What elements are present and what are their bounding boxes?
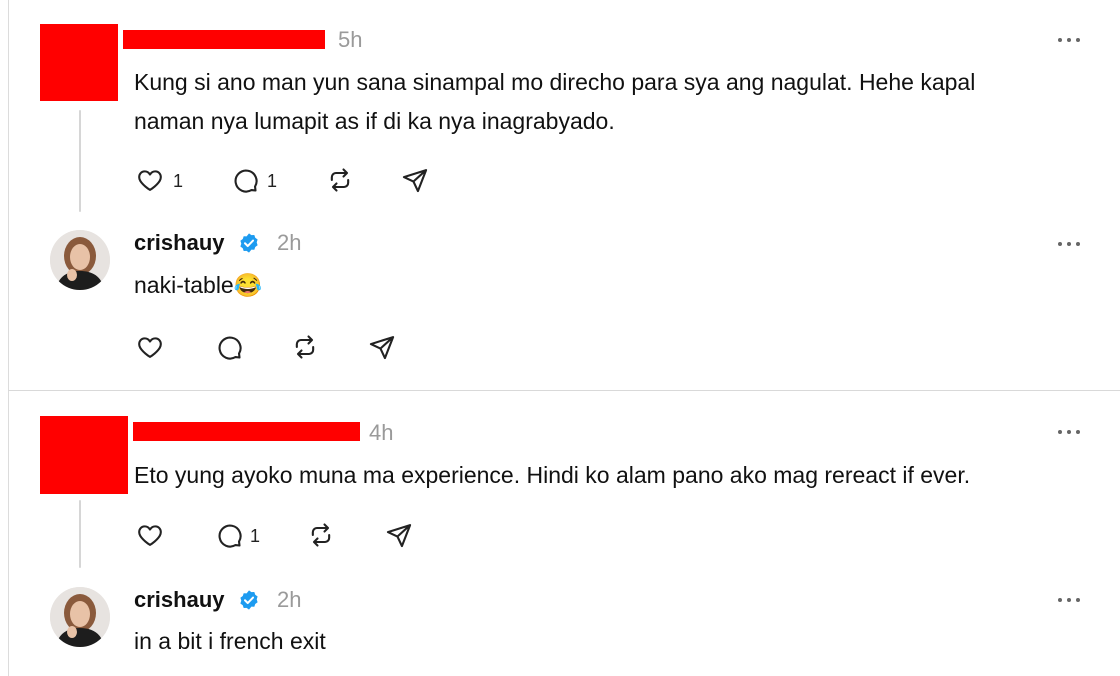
repost-button[interactable] — [305, 519, 337, 551]
reply-button[interactable] — [213, 519, 245, 551]
profile-photo-icon — [50, 230, 110, 290]
share-button[interactable] — [399, 164, 431, 196]
reply-button[interactable] — [213, 331, 245, 363]
post-text-line: Eto yung ayoko muna ma experience. Hindi… — [134, 462, 971, 488]
redacted-avatar — [40, 24, 118, 101]
heart-icon — [138, 525, 162, 546]
reply-timestamp: 2h — [277, 587, 302, 612]
repost-icon — [295, 335, 315, 359]
redacted-username — [123, 30, 325, 49]
send-icon — [386, 524, 412, 548]
more-icon[interactable] — [1057, 428, 1081, 436]
post-timestamp: 4h — [369, 420, 394, 445]
post-text-line: Kung si ano man yun sana sinampal mo dir… — [134, 69, 976, 95]
share-button[interactable] — [366, 331, 398, 363]
thread-line — [79, 110, 81, 212]
like-button[interactable] — [134, 331, 166, 363]
heart-icon — [138, 337, 162, 358]
repost-icon — [311, 523, 331, 547]
comment-icon — [218, 336, 242, 360]
reply-button[interactable] — [229, 164, 261, 196]
send-icon — [369, 336, 395, 360]
like-count: 1 — [173, 171, 184, 191]
post-divider — [8, 390, 1120, 391]
username[interactable]: crishauy — [134, 230, 225, 256]
like-button[interactable] — [134, 519, 166, 551]
redacted-avatar — [40, 416, 128, 494]
thread-line — [79, 500, 81, 568]
repost-button[interactable] — [324, 164, 356, 196]
post-text-line: naman nya lumapit as if di ka nya inagra… — [134, 108, 615, 134]
post-timestamp: 5h — [338, 27, 363, 52]
reply-text: naki-table😂 — [134, 272, 263, 298]
verified-badge-icon — [240, 233, 258, 253]
send-icon — [402, 169, 428, 193]
redacted-username — [133, 422, 360, 441]
reply-timestamp: 2h — [277, 230, 302, 255]
more-icon[interactable] — [1057, 240, 1081, 248]
verified-badge-icon — [240, 590, 258, 610]
repost-icon — [330, 168, 350, 192]
profile-photo-icon — [50, 587, 110, 647]
username[interactable]: crishauy — [134, 587, 225, 613]
more-icon[interactable] — [1057, 36, 1081, 44]
repost-button[interactable] — [289, 331, 321, 363]
frame-left-border — [8, 0, 9, 676]
heart-icon — [138, 170, 162, 191]
reply-count: 1 — [267, 171, 278, 191]
more-icon[interactable] — [1057, 596, 1081, 604]
comment-icon — [234, 169, 258, 193]
comment-icon — [218, 524, 242, 548]
avatar[interactable] — [50, 230, 110, 290]
reply-count: 1 — [250, 526, 261, 546]
avatar[interactable] — [50, 587, 110, 647]
share-button[interactable] — [383, 519, 415, 551]
reply-text: in a bit i french exit — [134, 628, 326, 654]
like-button[interactable] — [134, 164, 166, 196]
